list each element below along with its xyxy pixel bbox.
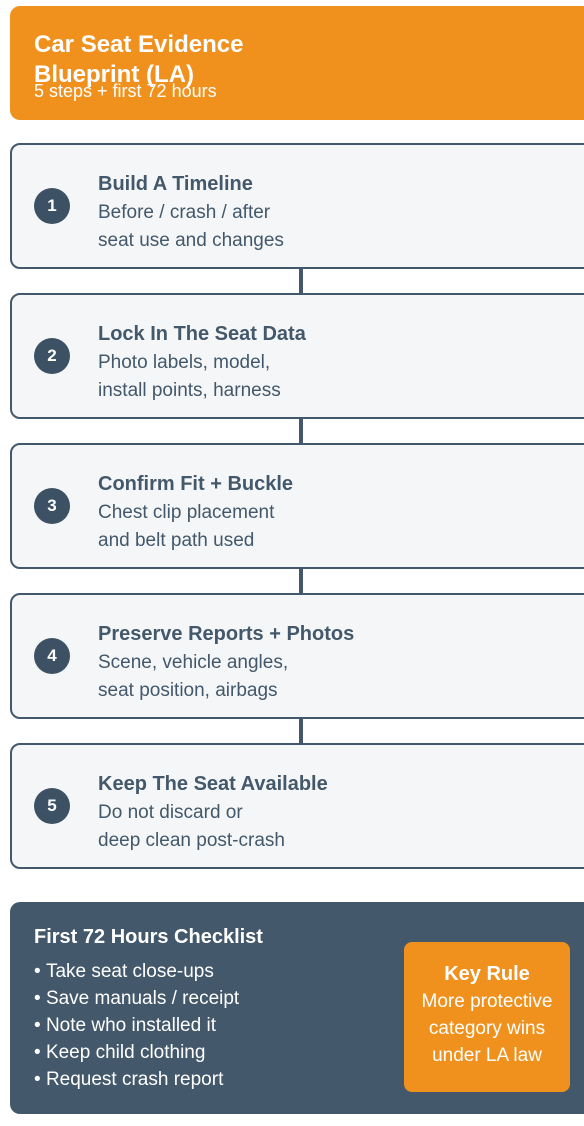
step-card-2: 2 Lock In The Seat Data Photo labels, mo… (10, 293, 584, 419)
key-rule-line: More protective (421, 991, 553, 1012)
checklist-item: Keep child clothing (34, 1039, 239, 1066)
key-rule-title: Key Rule (444, 963, 530, 985)
step-description-line: seat position, airbags (98, 680, 278, 701)
step-number-badge: 4 (34, 638, 70, 674)
step-description-line: Do not discard or (98, 802, 243, 823)
step-connector (299, 269, 303, 293)
step-card-1: 1 Build A Timeline Before / crash / afte… (10, 143, 584, 269)
step-description-line: Chest clip placement (98, 502, 275, 523)
step-title: Lock In The Seat Data (98, 323, 306, 345)
step-card-5: 5 Keep The Seat Available Do not discard… (10, 743, 584, 869)
key-rule-line: category wins (428, 1018, 546, 1039)
checklist-panel: First 72 Hours Checklist Take seat close… (10, 902, 584, 1114)
step-description-line: deep clean post-crash (98, 830, 285, 851)
checklist-item: Note who installed it (34, 1012, 239, 1039)
step-description-line: seat use and changes (98, 230, 284, 251)
checklist-item: Save manuals / receipt (34, 985, 239, 1012)
step-description-line: install points, harness (98, 380, 281, 401)
step-title: Build A Timeline (98, 173, 253, 195)
key-rule-line: under LA law (432, 1045, 542, 1066)
key-rule-callout: Key Rule More protective category wins u… (404, 942, 570, 1092)
step-number-badge: 3 (34, 488, 70, 524)
checklist-list: Take seat close-ups Save manuals / recei… (34, 958, 239, 1093)
step-card-4: 4 Preserve Reports + Photos Scene, vehic… (10, 593, 584, 719)
checklist-item: Request crash report (34, 1066, 239, 1093)
step-number-badge: 5 (34, 788, 70, 824)
step-description-line: Photo labels, model, (98, 352, 271, 373)
step-title: Keep The Seat Available (98, 773, 328, 795)
step-description-line: and belt path used (98, 530, 255, 551)
header-banner: Car Seat Evidence Blueprint (LA) 5 steps… (10, 6, 584, 120)
step-title: Preserve Reports + Photos (98, 623, 355, 645)
checklist-item: Take seat close-ups (34, 958, 239, 985)
step-description-line: Before / crash / after (98, 202, 271, 223)
checklist-title: First 72 Hours Checklist (34, 926, 263, 948)
step-card-3: 3 Confirm Fit + Buckle Chest clip placem… (10, 443, 584, 569)
step-number-badge: 2 (34, 338, 70, 374)
step-number-badge: 1 (34, 188, 70, 224)
step-connector (299, 419, 303, 443)
page-subtitle: 5 steps + first 72 hours (34, 81, 217, 101)
step-connector (299, 569, 303, 593)
step-description-line: Scene, vehicle angles, (98, 652, 289, 673)
step-connector (299, 719, 303, 743)
step-title: Confirm Fit + Buckle (98, 473, 294, 495)
